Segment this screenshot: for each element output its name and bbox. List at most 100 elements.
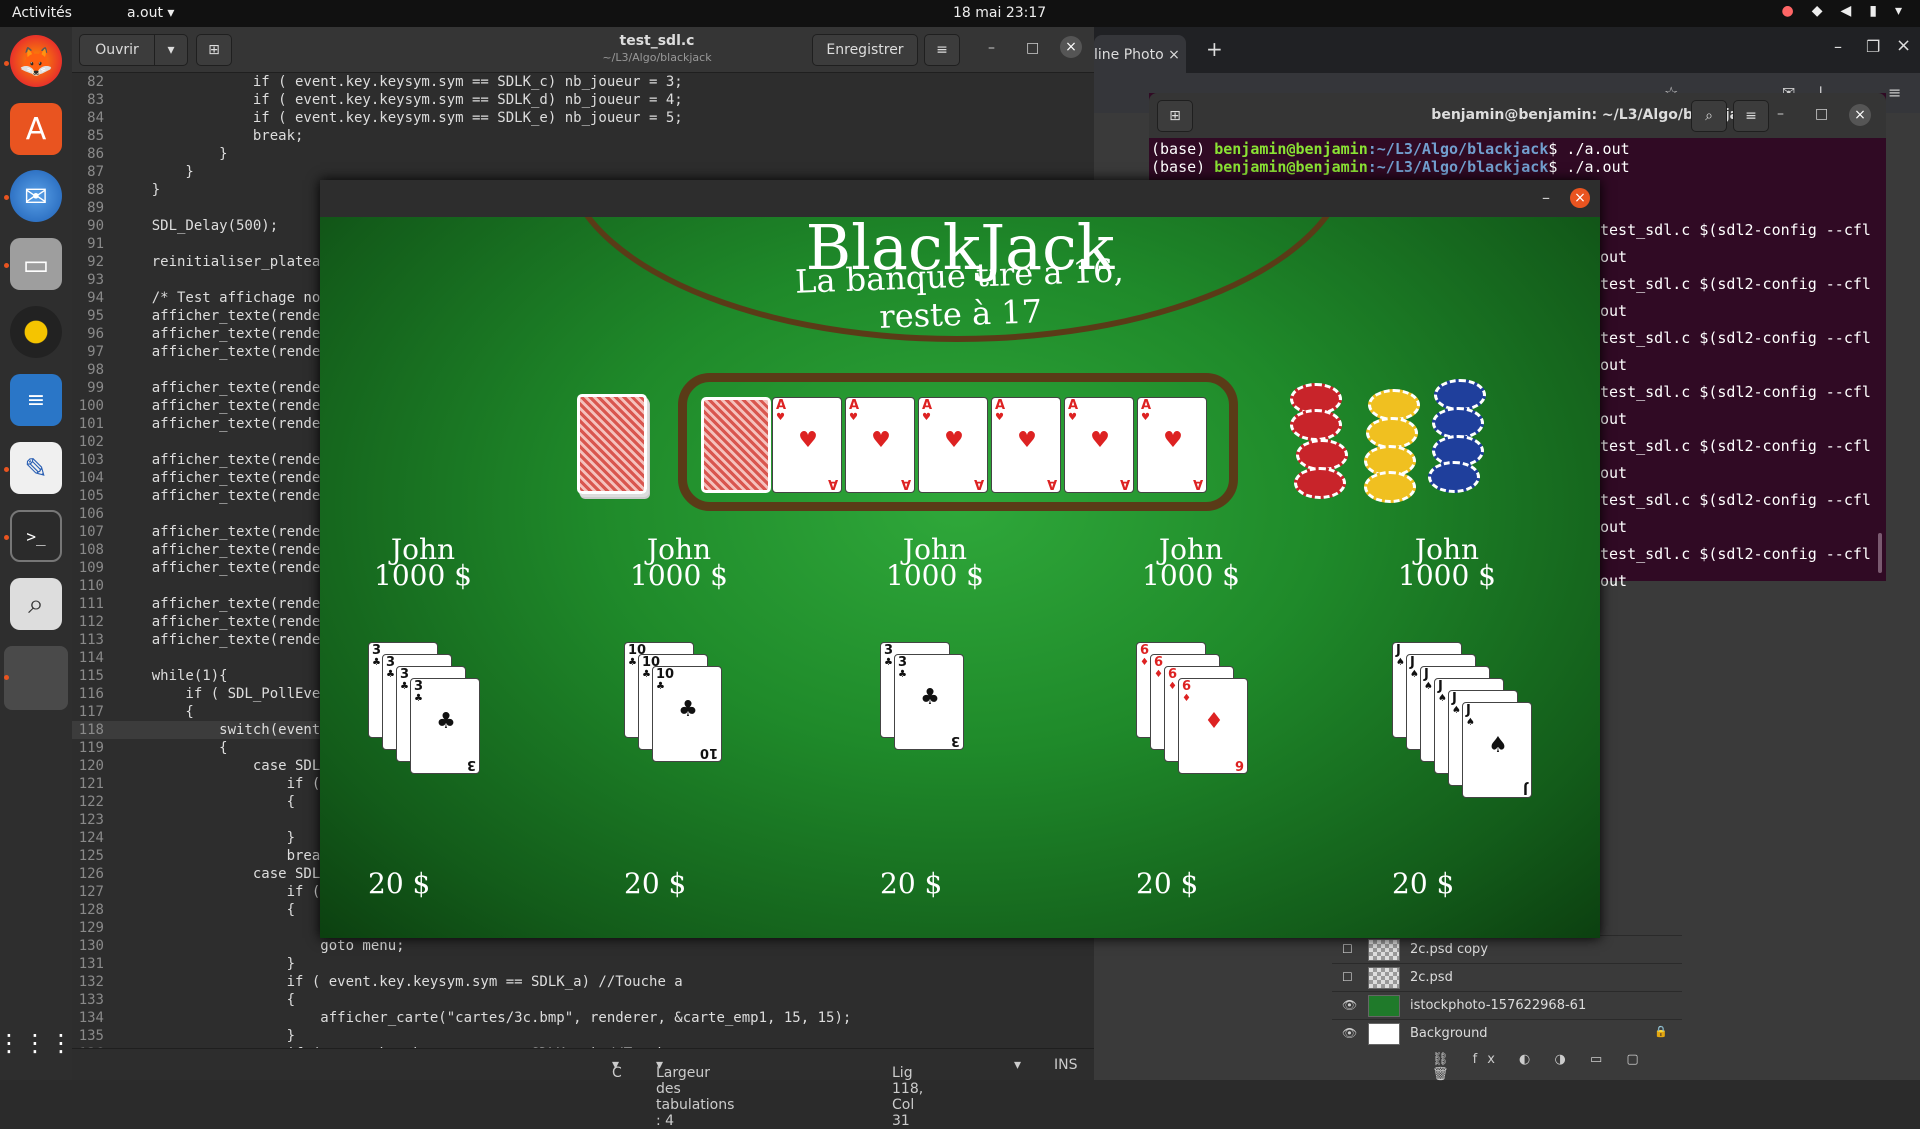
wifi-icon[interactable]: ◆ [1812,3,1823,19]
layer-row[interactable]: 👁 Background 🔒 [1332,1019,1682,1047]
insert-mode[interactable]: INS [1054,1057,1078,1073]
visibility-toggle[interactable]: ☐ [1342,970,1358,984]
card-rank: J [1452,691,1457,706]
code-line[interactable]: 132 if ( event.key.keysym.sym == SDLK_a)… [72,973,1094,991]
card-rank: A [827,476,838,491]
chevron-down-icon[interactable]: ▾ [1014,1057,1021,1073]
firefox-icon[interactable]: 🦊 [10,35,62,87]
minimize-icon[interactable]: – [988,40,995,56]
close-tab-icon[interactable]: × [1168,47,1180,63]
open-menu-button[interactable]: ▾ [154,34,188,66]
code-text: afficher_texte(rende [118,344,321,360]
terminal-search-button[interactable]: ⌕ [1691,100,1727,132]
deck-card-back[interactable] [577,394,647,494]
minimize-icon[interactable]: – [1834,37,1842,56]
system-tray[interactable]: ● ◆ ◀ ▮ ▾ [1781,3,1902,19]
code-line[interactable]: 82 if ( event.key.keysym.sym == SDLK_c) … [72,73,1094,91]
layer-row[interactable]: ☐ 2c.psd copy [1332,935,1682,963]
save-button[interactable]: Enregistrer [812,34,918,66]
code-line[interactable]: 84 if ( event.key.keysym.sym == SDLK_e) … [72,109,1094,127]
files-icon[interactable]: ▭ [10,238,62,290]
visibility-toggle[interactable]: ☐ [1342,942,1358,956]
code-text: afficher_texte(rende [118,470,321,486]
player-info: John 1000 $ [1091,536,1291,590]
close-icon[interactable]: × [1060,36,1082,58]
card-suit-icon: ♣ [898,669,907,680]
code-line[interactable]: 135 } [72,1027,1094,1045]
rhythmbox-icon[interactable] [10,306,62,358]
layer-name: 2c.psd copy [1410,942,1489,957]
line-number: 132 [78,974,104,990]
code-line[interactable]: 130 goto menu; [72,937,1094,955]
close-icon[interactable]: × [1570,188,1590,208]
code-line[interactable]: 83 if ( event.key.keysym.sym == SDLK_d) … [72,91,1094,109]
language-selector[interactable]: C ▾ [612,1057,622,1081]
app-menu[interactable]: a.out ▾ [127,5,174,21]
code-line[interactable]: 85 break; [72,127,1094,145]
terminal-line-tail: test_sdl.c $(sdl2-config --cfl [1600,491,1871,509]
thunderbird-icon[interactable]: ✉ [10,170,62,222]
restore-icon[interactable]: ❐ [1866,37,1880,56]
new-tab-button[interactable]: ⊞ [196,34,232,66]
new-terminal-tab-button[interactable]: ⊞ [1157,100,1193,132]
open-button[interactable]: Ouvrir [79,34,155,66]
card-suit-icon: ♠ [1396,657,1405,668]
terminal-user: benjamin@benjamin [1214,140,1368,158]
running-indicator [4,263,9,268]
code-line[interactable]: 131 } [72,955,1094,973]
app-center-icon[interactable]: A [10,103,62,155]
menu-icon: ≡ [936,42,948,58]
card-rank: 3 [950,733,960,748]
search-icon[interactable]: ⌕ [10,578,62,630]
card-rank: 3 [414,679,424,694]
minimize-icon[interactable]: – [1777,106,1784,122]
layer-row[interactable]: 👁 istockphoto-157622968-61 [1332,991,1682,1019]
terminal-icon[interactable]: >_ [10,510,62,562]
text-editor-icon[interactable]: ✎ [10,442,62,494]
maximize-icon[interactable]: □ [1026,40,1039,56]
minimize-icon[interactable]: – [1542,188,1550,207]
code-line[interactable]: 86 } [72,145,1094,163]
battery-icon[interactable]: ▮ [1869,3,1877,19]
new-tab-icon[interactable]: + [1206,37,1223,61]
code-line[interactable]: 87 } [72,163,1094,181]
active-app-icon[interactable] [4,646,68,710]
line-number: 101 [78,416,104,432]
dealer-card: A ♥ ♥ A [1064,397,1134,493]
layer-row[interactable]: ☐ 2c.psd [1332,963,1682,991]
volume-icon[interactable]: ◀ [1840,3,1851,19]
heart-icon: ♥ [871,428,891,453]
terminal-line-tail: test_sdl.c $(sdl2-config --cfl [1600,329,1871,347]
browser-tab[interactable]: line Photo × [1094,35,1186,73]
code-line[interactable]: 133 { [72,991,1094,1009]
app-grid-icon[interactable]: ⋮⋮⋮ [0,1017,73,1069]
code-line[interactable]: 134 afficher_carte("cartes/3c.bmp", rend… [72,1009,1094,1027]
writer-icon[interactable]: ≡ [10,374,62,426]
eye-icon[interactable]: 👁 [1342,998,1358,1012]
close-icon[interactable]: × [1896,35,1911,56]
terminal-menu-button[interactable]: ≡ [1733,100,1769,132]
terminal-line-tail: out [1600,464,1628,482]
tab-width-selector[interactable]: Largeur des tabulations : 4 ▾ [656,1057,734,1129]
power-menu-icon[interactable]: ▾ [1895,3,1902,19]
line-number: 114 [78,650,104,666]
blackjack-window: – × BlackJack La banque tire à 16, reste… [320,180,1600,938]
line-number: 118 [78,722,104,738]
heart-icon: ♥ [798,428,818,453]
terminal-prefix: (base) [1151,140,1215,158]
eye-icon[interactable]: 👁 [1342,1026,1358,1040]
yellow-chip [1364,471,1416,503]
code-text: SDL_Delay(500); [118,218,279,234]
layer-tools[interactable]: ⛓ fx ◐ ◑ ▭ ▢ 🗑 [1432,1052,1682,1082]
menu-icon[interactable]: ≡ [1888,83,1901,102]
hamburger-menu-button[interactable]: ≡ [924,34,960,66]
code-text: if ( SDL_PollEve [118,686,321,702]
close-icon[interactable]: × [1849,104,1871,126]
clock[interactable]: 18 mai 23:17 [953,5,1046,21]
player-card: 3 ♣ ♣ 3 [410,678,480,774]
maximize-icon[interactable]: □ [1815,106,1828,122]
game-table[interactable]: BlackJack La banque tire à 16, reste à 1… [320,217,1600,938]
notification-icon[interactable]: ● [1781,3,1793,19]
terminal-scrollbar[interactable] [1878,533,1882,573]
activities-button[interactable]: Activités [12,5,72,21]
